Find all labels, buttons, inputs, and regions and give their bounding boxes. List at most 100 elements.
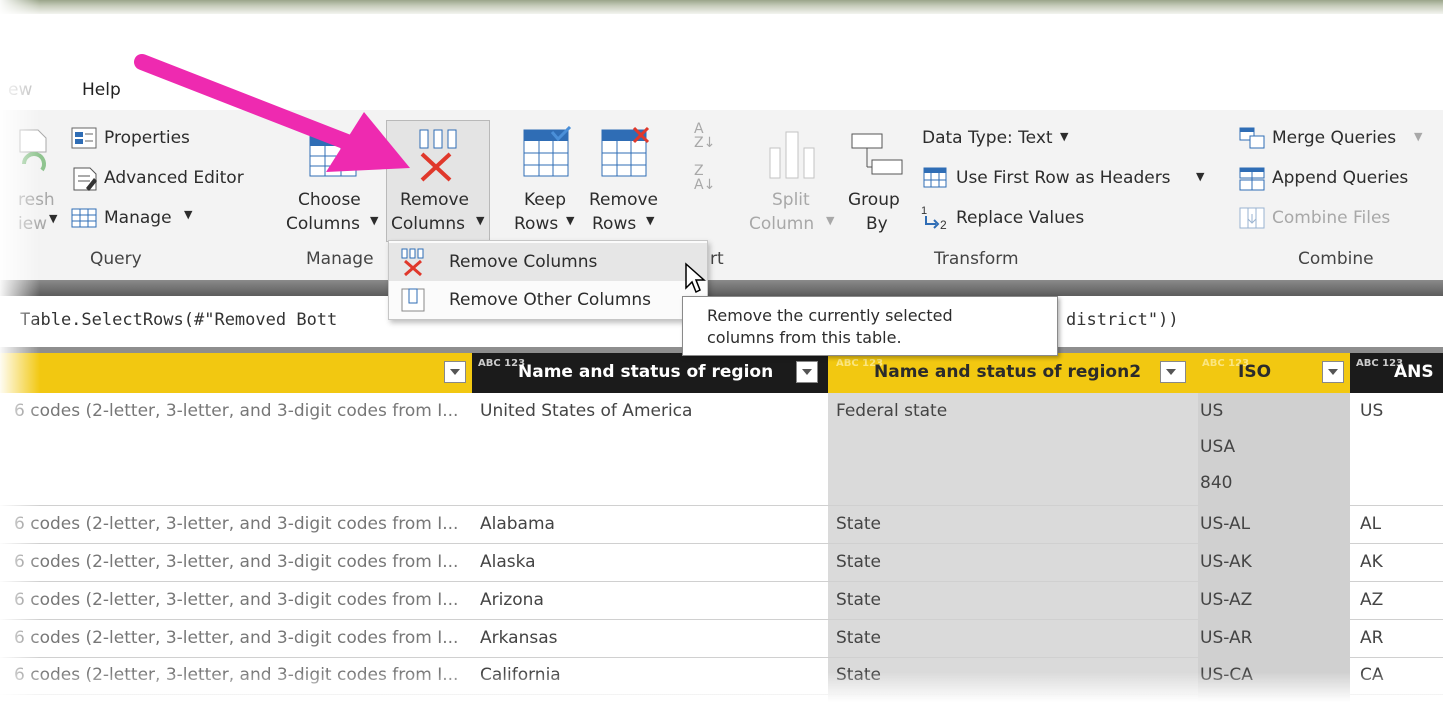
refresh-preview-icon [19, 129, 47, 172]
column-header-ansi[interactable]: ABC 123 ANS [1350, 353, 1443, 393]
column-header-name-and-status[interactable]: ABC 123 Name and status of region [472, 353, 828, 393]
use-first-row-button[interactable]: Use First Row as Headers [956, 168, 1171, 188]
filter-applied-icon[interactable] [1160, 361, 1186, 383]
refresh-preview-label-1[interactable]: resh [18, 190, 55, 210]
combine-files-icon [1239, 207, 1265, 229]
remove-columns-icon [401, 248, 424, 277]
data-type-dropdown[interactable]: Data Type: Text [922, 128, 1053, 148]
table-cell[interactable]: Arizona [480, 590, 544, 610]
group-by-icon [851, 133, 903, 175]
table-cell[interactable]: State [836, 552, 881, 572]
sort-ascending-icon[interactable]: A Z↓ [694, 122, 715, 150]
table-cell[interactable]: State [836, 590, 881, 610]
table-cell[interactable]: AL [1360, 514, 1381, 534]
column-filter-dropdown[interactable] [1322, 361, 1344, 383]
table-cell[interactable]: US-CA [1200, 665, 1253, 685]
table-cell[interactable]: USA [1200, 437, 1235, 457]
remove-rows-label-1[interactable]: Remove [589, 190, 658, 210]
combine-files-button[interactable]: Combine Files [1272, 208, 1390, 228]
table-cell[interactable]: State [836, 514, 881, 534]
remove-columns-label-1[interactable]: Remove [400, 190, 469, 210]
svg-text:1: 1 [921, 205, 927, 217]
remove-columns-dropdown: Remove Columns Remove Other Columns [388, 240, 708, 320]
table-cell[interactable]: Alabama [480, 514, 555, 534]
split-column-icon [769, 131, 815, 179]
pointer-arrow-annotation [134, 54, 410, 172]
merge-queries-button[interactable]: Merge Queries [1272, 128, 1396, 148]
column-filter-dropdown[interactable] [444, 361, 466, 383]
svg-text:2: 2 [940, 218, 947, 232]
menu-item-label: Remove Columns [449, 252, 598, 272]
manage-button[interactable]: Manage [104, 208, 172, 228]
split-column-label-2[interactable]: Column [749, 214, 814, 234]
table-cell[interactable]: United States of America [480, 401, 692, 421]
table-cell[interactable]: Arkansas [480, 628, 558, 648]
refresh-preview-label-2[interactable]: iew [18, 214, 47, 234]
remove-rows-icon [601, 126, 650, 177]
data-grid: 6 codes (2-letter, 3-letter, and 3-digit… [0, 393, 1443, 702]
keep-rows-label-1[interactable]: Keep [524, 190, 566, 210]
menu-help[interactable]: Help [82, 80, 121, 100]
remove-rows-label-2[interactable]: Rows [592, 214, 636, 234]
table-cell[interactable]: California [480, 665, 561, 685]
chevron-down-icon: ▼ [370, 214, 379, 227]
menu-item-remove-other-columns[interactable]: Remove Other Columns [389, 281, 707, 319]
table-cell[interactable]: Alaska [480, 552, 536, 572]
column-header-row: ABC 123 Name and status of region ABC 12… [0, 353, 1443, 393]
chevron-down-icon: ▼ [1196, 170, 1205, 183]
ribbon-bottom-border [0, 280, 1443, 296]
table-cell[interactable]: Federal state [836, 401, 947, 421]
menu-view[interactable]: ew [8, 80, 32, 100]
group-label-sort: rt [710, 249, 724, 269]
keep-rows-icon [523, 126, 572, 177]
table-cell[interactable]: 6 codes (2-letter, 3-letter, and 3-digit… [14, 552, 458, 572]
table-cell[interactable]: 6 codes (2-letter, 3-letter, and 3-digit… [14, 401, 458, 421]
chevron-down-icon: ▼ [566, 214, 575, 227]
column-header-label: ANS [1394, 362, 1434, 382]
group-by-label-1[interactable]: Group [848, 190, 900, 210]
choose-columns-label-2[interactable]: Columns [286, 214, 360, 234]
table-cell[interactable]: AK [1360, 552, 1383, 572]
remove-columns-label-2[interactable]: Columns [391, 214, 465, 234]
append-queries-button[interactable]: Append Queries [1272, 168, 1408, 188]
table-cell[interactable]: AZ [1360, 590, 1383, 610]
merge-queries-icon [1239, 127, 1265, 149]
table-cell[interactable]: State [836, 628, 881, 648]
table-cell[interactable]: US-AR [1200, 628, 1252, 648]
table-cell[interactable]: 6 codes (2-letter, 3-letter, and 3-digit… [14, 590, 458, 610]
column-header-label-region2[interactable]: Name and status of region2 [874, 362, 1141, 382]
table-cell[interactable]: US-AZ [1200, 590, 1252, 610]
table-cell[interactable]: CA [1360, 665, 1384, 685]
table-cell[interactable]: 6 codes (2-letter, 3-letter, and 3-digit… [14, 665, 458, 685]
chevron-down-icon: ▼ [826, 214, 835, 227]
table-cell[interactable]: US-AK [1200, 552, 1252, 572]
table-cell[interactable]: US [1360, 401, 1383, 421]
formula-text-left[interactable]: Table.SelectRows(#"Removed Bott [20, 310, 337, 330]
formula-text-right[interactable]: district")) [1066, 310, 1179, 330]
table-cell[interactable]: US-AL [1200, 514, 1250, 534]
chevron-down-icon: ▼ [1414, 130, 1423, 143]
table-cell[interactable]: 6 codes (2-letter, 3-letter, and 3-digit… [14, 628, 458, 648]
manage-icon [71, 208, 97, 228]
sort-descending-icon[interactable]: Z A↓ [694, 164, 715, 192]
use-first-row-icon [923, 167, 947, 188]
table-cell[interactable]: AR [1360, 628, 1383, 648]
split-column-label-1[interactable]: Split [772, 190, 810, 210]
menu-item-remove-columns[interactable]: Remove Columns [389, 243, 707, 281]
column-header-label-iso[interactable]: ISO [1238, 362, 1271, 382]
chevron-down-icon: ▼ [476, 214, 485, 227]
table-cell[interactable]: US [1200, 401, 1223, 421]
replace-values-button[interactable]: Replace Values [956, 208, 1084, 228]
table-cell[interactable]: 6 codes (2-letter, 3-letter, and 3-digit… [14, 514, 458, 534]
choose-columns-label-1[interactable]: Choose [298, 190, 361, 210]
group-by-label-2[interactable]: By [866, 214, 888, 234]
keep-rows-label-2[interactable]: Rows [514, 214, 558, 234]
column-filter-dropdown[interactable] [796, 361, 818, 383]
window-top-border [0, 0, 1443, 14]
group-label-manage: Manage [306, 249, 374, 269]
tooltip: Remove the currently selected columns fr… [682, 296, 1058, 356]
table-cell[interactable]: 840 [1200, 473, 1232, 493]
group-label-query: Query [90, 249, 142, 269]
tooltip-line-2: columns from this table. [707, 328, 902, 347]
table-cell[interactable]: State [836, 665, 881, 685]
